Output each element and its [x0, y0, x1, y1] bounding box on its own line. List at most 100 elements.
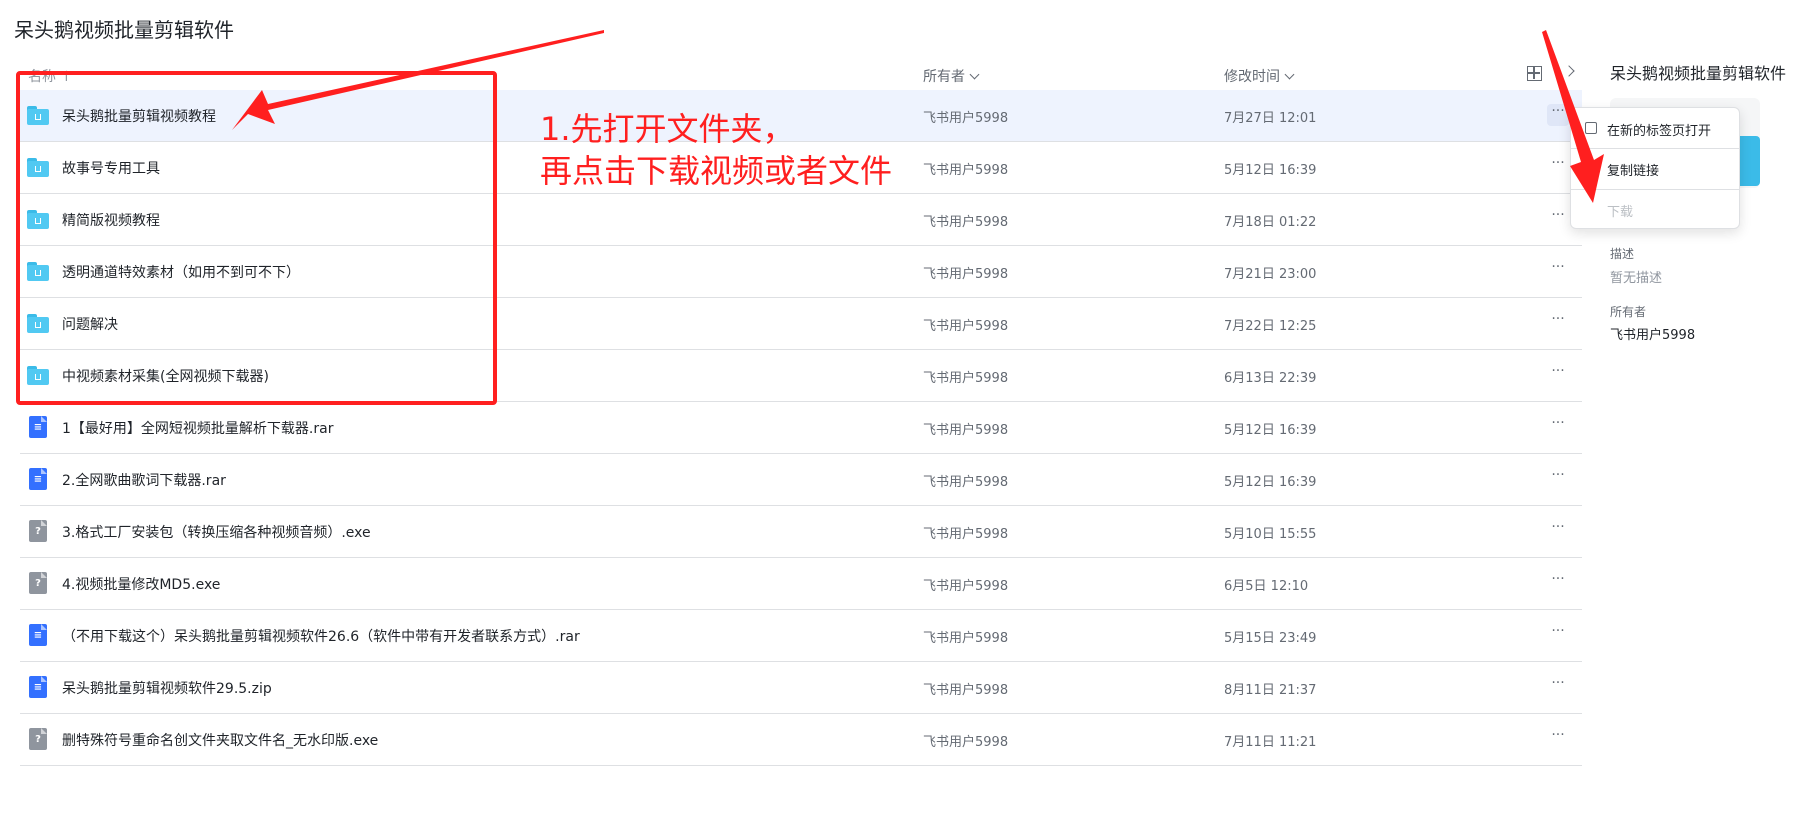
- list-item[interactable]: ≡ （不用下载这个）呆头鹅批量剪辑视频软件26.6（软件中带有开发者联系方式）.r…: [20, 610, 1582, 662]
- link-icon: [1585, 162, 1595, 174]
- item-owner: 飞书用户5998: [923, 735, 1009, 750]
- item-name[interactable]: 删特殊符号重命名创文件夹取文件名_无水印版.exe: [62, 730, 378, 750]
- more-actions-icon[interactable]: ···: [1547, 728, 1569, 750]
- list-item[interactable]: 问题解决 飞书用户5998 7月22日 12:25 ···: [20, 298, 1582, 350]
- more-actions-icon[interactable]: ···: [1547, 676, 1569, 698]
- item-owner: 飞书用户5998: [923, 683, 1009, 698]
- folder-icon: [27, 104, 49, 126]
- chevron-down-icon: [969, 69, 980, 80]
- list-item[interactable]: ≡ 2.全网歌曲歌词下载器.rar 飞书用户5998 5月12日 16:39 ···: [20, 454, 1582, 506]
- list-item[interactable]: 透明通道特效素材（如用不到可不下） 飞书用户5998 7月21日 23:00 ···: [20, 246, 1582, 298]
- list-item[interactable]: ≡ 1【最好用】全网短视频批量解析下载器.rar 飞书用户5998 5月12日 16:…: [20, 402, 1582, 454]
- menu-download[interactable]: 下载: [1607, 201, 1633, 220]
- more-actions-icon[interactable]: ···: [1547, 104, 1569, 126]
- item-modified-time: 6月13日 22:39: [1224, 371, 1317, 386]
- archive-file-icon: ≡: [27, 468, 47, 490]
- more-actions-icon[interactable]: ···: [1547, 156, 1569, 178]
- item-modified-time: 7月21日 23:00: [1224, 267, 1317, 282]
- item-modified-time: 7月11日 11:21: [1224, 735, 1317, 750]
- item-modified-time: 5月12日 16:39: [1224, 475, 1317, 490]
- archive-file-icon: ≡: [27, 416, 47, 438]
- more-actions-icon[interactable]: ···: [1547, 364, 1569, 386]
- list-item[interactable]: ≡ 呆头鹅批量剪辑视频软件29.5.zip 飞书用户5998 8月11日 21:37 ·…: [20, 662, 1582, 714]
- annotation-line-2: 再点击下载视频或者文件: [540, 152, 893, 190]
- column-modified-label: 修改时间: [1224, 69, 1280, 85]
- unknown-file-icon: ?: [27, 520, 47, 542]
- list-item[interactable]: ? 删特殊符号重命名创文件夹取文件名_无水印版.exe 飞书用户5998 7月11日 …: [20, 714, 1582, 766]
- item-name[interactable]: 呆头鹅批量剪辑视频软件29.5.zip: [62, 678, 272, 698]
- item-modified-time: 7月27日 12:01: [1224, 111, 1317, 126]
- annotation-text: 1.先打开文件夹， 再点击下载视频或者文件: [540, 108, 892, 192]
- item-modified-time: 8月11日 21:37: [1224, 683, 1317, 698]
- menu-copy-link[interactable]: 复制链接: [1607, 160, 1659, 179]
- unknown-file-icon: ?: [27, 728, 47, 750]
- column-owner-label: 所有者: [923, 69, 965, 85]
- item-name[interactable]: 2.全网歌曲歌词下载器.rar: [62, 470, 226, 490]
- description-label: 描述: [1610, 247, 1635, 261]
- item-name[interactable]: 1【最好用】全网短视频批量解析下载器.rar: [62, 418, 333, 438]
- description-value: 暂无描述: [1610, 271, 1663, 286]
- item-name[interactable]: 问题解决: [62, 314, 118, 334]
- item-owner: 飞书用户5998: [923, 631, 1009, 646]
- item-name[interactable]: 精简版视频教程: [62, 210, 160, 230]
- owner-value: 飞书用户5998: [1610, 328, 1696, 343]
- more-actions-icon[interactable]: ···: [1547, 416, 1569, 438]
- item-modified-time: 7月22日 12:25: [1224, 319, 1317, 334]
- item-name[interactable]: 中视频素材采集(全网视频下载器): [62, 366, 269, 386]
- folder-icon: [27, 260, 49, 282]
- item-name[interactable]: （不用下载这个）呆头鹅批量剪辑视频软件26.6（软件中带有开发者联系方式）.ra…: [62, 626, 580, 646]
- more-actions-icon[interactable]: ···: [1547, 312, 1569, 334]
- annotation-line-1: 1.先打开文件夹，: [540, 110, 795, 148]
- more-actions-icon[interactable]: ···: [1547, 208, 1569, 230]
- list-header: 名称 ↑ 所有者 修改时间: [20, 60, 1582, 90]
- item-owner: 飞书用户5998: [923, 371, 1009, 386]
- menu-divider: [1571, 148, 1739, 149]
- more-actions-icon[interactable]: ···: [1547, 468, 1569, 490]
- grid-view-icon[interactable]: [1527, 66, 1542, 81]
- chevron-right-icon[interactable]: [1563, 65, 1575, 77]
- more-actions-icon[interactable]: ···: [1547, 260, 1569, 282]
- detail-title: 呆头鹅视频批量剪辑软件: [1610, 64, 1787, 83]
- more-actions-icon[interactable]: ···: [1547, 572, 1569, 594]
- menu-open-new-tab[interactable]: 在新的标签页打开: [1607, 120, 1711, 139]
- item-name[interactable]: 故事号专用工具: [62, 158, 160, 178]
- item-modified-time: 5月15日 23:49: [1224, 631, 1317, 646]
- page-title: 呆头鹅视频批量剪辑软件: [14, 18, 234, 42]
- list-item[interactable]: 精简版视频教程 飞书用户5998 7月18日 01:22 ···: [20, 194, 1582, 246]
- unknown-file-icon: ?: [27, 572, 47, 594]
- archive-file-icon: ≡: [27, 624, 47, 646]
- folder-icon: [27, 364, 49, 386]
- archive-file-icon: ≡: [27, 676, 47, 698]
- folder-icon: [27, 312, 49, 334]
- column-modified-header[interactable]: 修改时间: [1224, 66, 1295, 86]
- item-owner: 飞书用户5998: [923, 475, 1009, 490]
- detail-panel: 呆头鹅视频批量剪辑软件 描述 暂无描述 所有者 飞书用户5998: [1610, 60, 1810, 343]
- column-owner-header[interactable]: 所有者: [923, 66, 980, 86]
- menu-divider: [1571, 189, 1739, 190]
- owner-label: 所有者: [1610, 305, 1647, 319]
- item-name[interactable]: 3.格式工厂安装包（转换压缩各种视频音频）.exe: [62, 522, 371, 542]
- item-owner: 飞书用户5998: [923, 527, 1009, 542]
- list-item[interactable]: ? 4.视频批量修改MD5.exe 飞书用户5998 6月5日 12:10 ···: [20, 558, 1582, 610]
- more-actions-icon[interactable]: ···: [1547, 624, 1569, 646]
- item-modified-time: 5月12日 16:39: [1224, 163, 1317, 178]
- item-name[interactable]: 透明通道特效素材（如用不到可不下）: [62, 262, 300, 282]
- item-name[interactable]: 4.视频批量修改MD5.exe: [62, 574, 220, 594]
- item-modified-time: 5月10日 15:55: [1224, 527, 1317, 542]
- item-owner: 飞书用户5998: [923, 215, 1009, 230]
- folder-icon: [27, 156, 49, 178]
- item-owner: 飞书用户5998: [923, 579, 1009, 594]
- list-item[interactable]: ? 3.格式工厂安装包（转换压缩各种视频音频）.exe 飞书用户5998 5月10日 …: [20, 506, 1582, 558]
- item-owner: 飞书用户5998: [923, 267, 1009, 282]
- item-modified-time: 7月18日 01:22: [1224, 215, 1317, 230]
- context-menu: 在新的标签页打开 复制链接 下载: [1570, 107, 1740, 229]
- column-name-header[interactable]: 名称 ↑: [28, 66, 72, 86]
- list-item[interactable]: 中视频素材采集(全网视频下载器) 飞书用户5998 6月13日 22:39 ···: [20, 350, 1582, 402]
- item-owner: 飞书用户5998: [923, 111, 1009, 126]
- item-modified-time: 6月5日 12:10: [1224, 579, 1309, 594]
- chevron-down-icon: [1284, 69, 1295, 80]
- external-link-icon: [1585, 122, 1597, 134]
- more-actions-icon[interactable]: ···: [1547, 520, 1569, 542]
- item-name[interactable]: 呆头鹅批量剪辑视频教程: [62, 106, 216, 126]
- item-owner: 飞书用户5998: [923, 319, 1009, 334]
